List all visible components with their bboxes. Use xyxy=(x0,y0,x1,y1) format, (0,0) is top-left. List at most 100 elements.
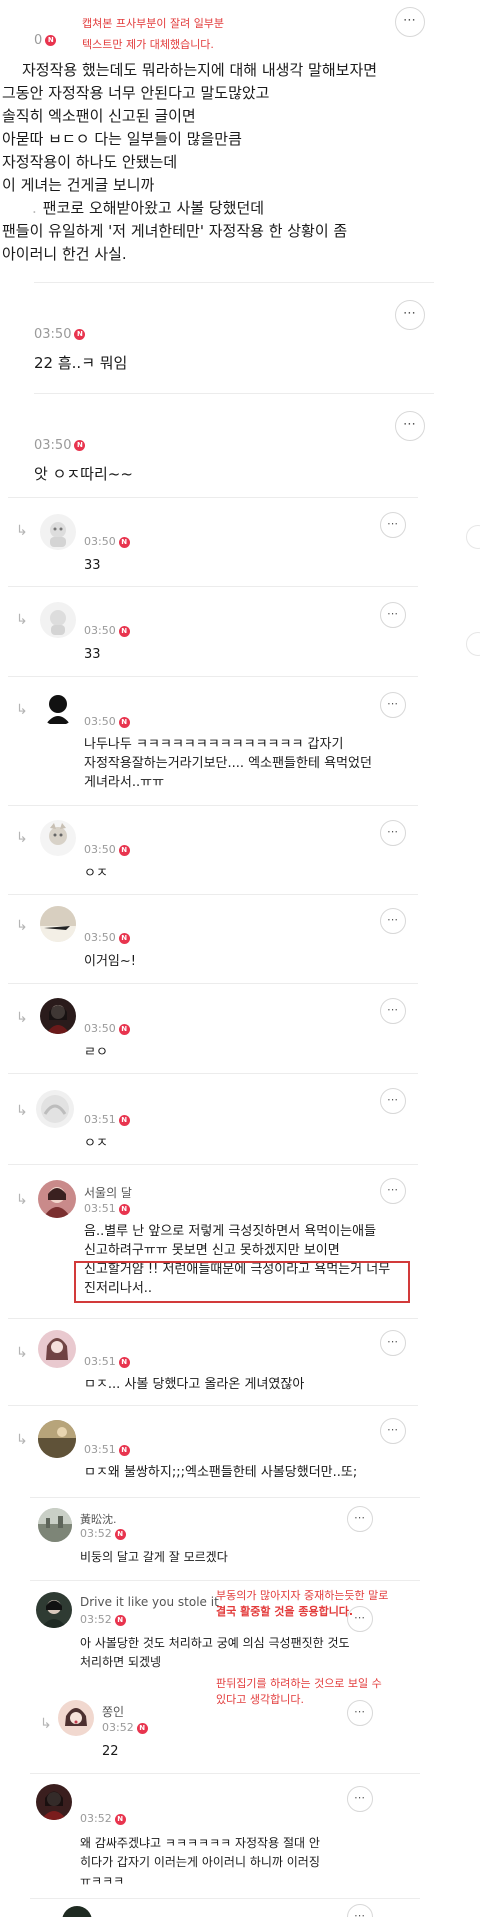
new-badge: N xyxy=(114,1614,126,1626)
reply-time: 03:50 N xyxy=(84,624,130,637)
more-options-icon[interactable]: ⋯ xyxy=(395,7,425,37)
divider xyxy=(8,497,418,498)
more-options-icon[interactable]: ⋯ xyxy=(380,998,406,1024)
reply-time: 03:51 N xyxy=(84,1355,130,1368)
reply-arrow-icon: ↳ xyxy=(16,918,28,934)
new-badge: N xyxy=(118,1203,130,1215)
divider xyxy=(8,894,418,895)
comment-time: 03:50 N xyxy=(34,327,86,342)
new-badge: N xyxy=(118,932,130,944)
avatar[interactable] xyxy=(40,820,76,856)
reply-arrow-icon: ↳ xyxy=(16,1010,28,1026)
divider xyxy=(34,393,434,394)
post-line: 아이러니 한건 사실. xyxy=(2,245,127,263)
reply-arrow-icon: ↳ xyxy=(16,523,28,539)
reply-time: 03:52 N xyxy=(80,1527,126,1540)
comment-text: 앗 ㅇㅈ따리~~ xyxy=(34,465,133,483)
avatar[interactable] xyxy=(58,1700,94,1736)
avatar[interactable] xyxy=(38,1420,76,1458)
annotation-note-1: 부동의가 많아지자 중재하는듯한 말로 결국 활중할 것을 종용합니다. xyxy=(216,1589,389,1618)
divider xyxy=(8,1405,418,1406)
avatar[interactable] xyxy=(40,998,76,1034)
more-options-icon[interactable]: ⋯ xyxy=(380,820,406,846)
avatar[interactable] xyxy=(38,1180,76,1218)
reply-text: 아 사볼당한 것도 처리하고 궁예 의심 극성팬짓한 것도 처리하면 되겠넹 xyxy=(80,1636,350,1669)
new-badge: N xyxy=(45,35,57,46)
reply-time: 03:52 N xyxy=(102,1721,148,1734)
reply-arrow-icon: ↳ xyxy=(40,1716,52,1732)
more-options-icon[interactable]: ⋯ xyxy=(347,1786,373,1812)
more-options-icon[interactable]: ⋯ xyxy=(380,1178,406,1204)
post-line: 자정작용이 하나도 안됐는데 xyxy=(2,153,178,171)
divider xyxy=(8,1073,418,1074)
more-options-icon[interactable]: ⋯ xyxy=(380,692,406,718)
more-options-icon[interactable]: ⋯ xyxy=(380,1330,406,1356)
more-options-icon[interactable]: ⋯ xyxy=(347,1700,373,1726)
more-options-icon[interactable]: ⋯ xyxy=(380,1418,406,1444)
new-badge: N xyxy=(114,1813,126,1825)
reply-time: 03:50 N xyxy=(84,535,130,548)
new-badge: N xyxy=(74,440,86,451)
reply-arrow-icon: ↳ xyxy=(16,1432,28,1448)
new-badge: N xyxy=(118,1023,130,1035)
reply-text: ㅇㅈ xyxy=(84,866,108,881)
post-line: 이 게녀는 건게글 보니까 xyxy=(2,176,155,194)
reply-text: 이거임~! xyxy=(84,954,136,969)
highlight-box xyxy=(74,1261,410,1303)
divider xyxy=(8,1164,418,1165)
more-options-icon[interactable]: ⋯ xyxy=(347,1506,373,1532)
author-name[interactable]: Drive it like you stole it xyxy=(80,1595,219,1609)
reply-text: 33 xyxy=(84,558,101,573)
divider xyxy=(8,586,418,587)
avatar[interactable] xyxy=(40,906,76,942)
avatar[interactable] xyxy=(38,1508,72,1542)
avatar[interactable] xyxy=(38,1330,76,1368)
reply-time: 03:51 N xyxy=(84,1443,130,1456)
avatar[interactable] xyxy=(36,1592,72,1628)
new-badge: N xyxy=(118,1444,130,1456)
more-options-icon[interactable]: ⋯ xyxy=(380,1088,406,1114)
comment-time: 03:50 N xyxy=(34,438,86,453)
reply-arrow-icon: ↳ xyxy=(16,1103,28,1119)
reply-time: 03:51 N xyxy=(84,1202,130,1215)
reply-arrow-icon: ↳ xyxy=(16,1345,28,1361)
post-line: 팬들이 유일하게 '저 게녀한테만' 자정작용 한 상황이 좀 xyxy=(2,222,348,240)
reply-text: 33 xyxy=(84,647,101,662)
post-line: 그동안 자정작용 너무 안된다고 말도많았고 xyxy=(2,84,270,102)
avatar[interactable] xyxy=(36,1090,74,1128)
divider xyxy=(30,1580,420,1581)
new-badge: N xyxy=(118,716,130,728)
reply-text: 나두나두 ㅋㅋㅋㅋㅋㅋㅋㅋㅋㅋㅋㅋㅋㅋ 갑자기 자정작용잘하는거라기보단....… xyxy=(84,737,372,790)
new-badge: N xyxy=(118,625,130,637)
more-options-icon[interactable]: ⋯ xyxy=(395,411,425,441)
reply-time: 03:50 N xyxy=(84,1022,130,1035)
author-name[interactable]: 쫑인 xyxy=(102,1703,124,1720)
edge-control xyxy=(466,525,480,549)
divider xyxy=(8,983,418,984)
avatar[interactable] xyxy=(62,1906,92,1917)
reply-arrow-icon: ↳ xyxy=(16,1192,28,1208)
more-options-icon[interactable]: ⋯ xyxy=(380,512,406,538)
more-options-icon[interactable]: ⋯ xyxy=(380,908,406,934)
avatar[interactable] xyxy=(40,602,76,638)
divider xyxy=(34,282,434,283)
reply-arrow-icon: ↳ xyxy=(16,612,28,628)
reply-arrow-icon: ↳ xyxy=(16,830,28,846)
more-options-icon[interactable]: ⋯ xyxy=(395,300,425,330)
author-name[interactable]: 서울의 달 xyxy=(84,1184,132,1201)
reply-text: 22 xyxy=(102,1744,119,1759)
author-name[interactable]: 黃昖沈. xyxy=(80,1511,117,1527)
new-badge: N xyxy=(114,1528,126,1540)
divider xyxy=(30,1497,420,1498)
post-body: 자정작용 했는데도 뭐라하는지에 대해 내생각 말해보자면 그동안 자정작용 너… xyxy=(2,59,472,266)
new-badge: N xyxy=(74,329,86,340)
more-options-icon[interactable]: ⋯ xyxy=(380,602,406,628)
divider xyxy=(30,1773,420,1774)
divider xyxy=(8,805,418,806)
reply-text: ㅇㅈ xyxy=(84,1136,108,1151)
avatar[interactable] xyxy=(36,1784,72,1820)
avatar[interactable] xyxy=(40,690,76,726)
more-options-icon[interactable]: ⋯ xyxy=(347,1904,373,1917)
reply-time: 03:52 N xyxy=(80,1613,126,1626)
avatar[interactable] xyxy=(40,514,76,550)
